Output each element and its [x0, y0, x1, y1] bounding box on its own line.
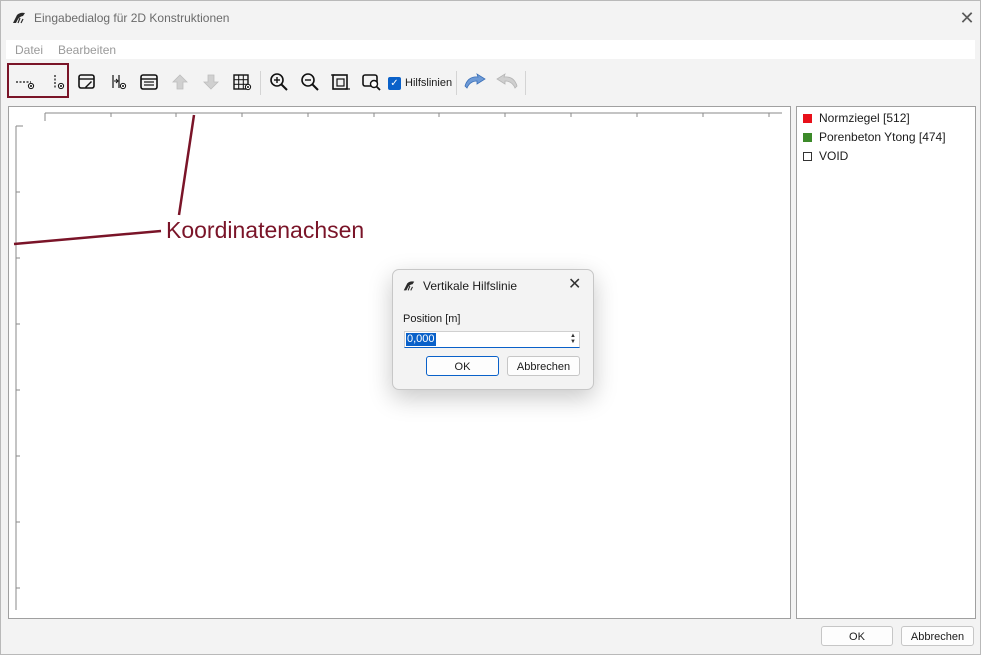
legend-label: Normziegel [512]	[819, 111, 910, 125]
grid-icon[interactable]	[229, 67, 255, 97]
legend-item[interactable]: Normziegel [512]	[803, 110, 910, 126]
spinner-icon[interactable]: ▲ ▼	[568, 333, 578, 346]
position-label: Position [m]	[403, 313, 461, 325]
hilfslinien-checkbox[interactable]: ✓	[388, 77, 401, 90]
menu-datei[interactable]: Datei	[15, 43, 43, 57]
annotation-label: Koordinatenachsen	[166, 217, 365, 243]
close-icon[interactable]: ✕	[956, 7, 978, 29]
menu-bar: Datei Bearbeiten	[6, 40, 975, 59]
toolbar-separator	[456, 71, 457, 95]
annotation-arrow-left	[13, 229, 162, 246]
menu-bearbeiten[interactable]: Bearbeiten	[58, 43, 116, 57]
dialog-ok-button[interactable]: OK	[426, 356, 499, 376]
hilfslinien-label: Hilfslinien	[405, 77, 453, 89]
window-title: Eingabedialog für 2D Konstruktionen	[34, 11, 230, 25]
close-icon[interactable]: ✕	[568, 275, 581, 295]
split-icon[interactable]	[106, 67, 132, 97]
dialog-title: Vertikale Hilfslinie	[423, 279, 518, 293]
arrow-down-icon[interactable]	[198, 67, 224, 97]
undo-icon[interactable]	[462, 67, 488, 97]
cancel-button[interactable]: Abbrechen	[901, 626, 974, 646]
legend-swatch	[803, 151, 812, 161]
legend-swatch	[803, 132, 812, 142]
zoom-window-icon[interactable]	[359, 67, 385, 97]
toolbar-separator	[260, 71, 261, 95]
legend-label: VOID	[819, 149, 849, 163]
main-window: Eingabedialog für 2D Konstruktionen ✕ Da…	[0, 0, 981, 655]
legend-item[interactable]: Porenbeton Ytong [474]	[803, 129, 946, 145]
toolbar: ✓ Hilfslinien	[1, 63, 980, 103]
layer-list-icon[interactable]	[136, 67, 162, 97]
toolbar-separator	[525, 71, 526, 95]
zoom-fit-icon[interactable]	[328, 67, 354, 97]
annotation-arrow-top	[177, 114, 196, 216]
legend-item[interactable]: VOID	[803, 148, 848, 164]
legend-label: Porenbeton Ytong [474]	[819, 130, 946, 144]
redo-icon[interactable]	[494, 67, 520, 97]
zoom-in-icon[interactable]	[266, 67, 292, 97]
material-legend: Normziegel [512] Porenbeton Ytong [474] …	[796, 106, 976, 619]
position-value: 0,000	[406, 333, 436, 346]
ok-button[interactable]: OK	[821, 626, 893, 646]
vertical-guide-icon[interactable]	[44, 67, 70, 97]
app-icon	[403, 281, 415, 291]
app-icon	[13, 12, 25, 24]
dialog-cancel-button[interactable]: Abbrechen	[507, 356, 580, 376]
table-edit-icon[interactable]	[74, 67, 100, 97]
horizontal-guide-icon[interactable]	[12, 67, 38, 97]
zoom-out-icon[interactable]	[297, 67, 323, 97]
title-bar: Eingabedialog für 2D Konstruktionen ✕	[1, 1, 980, 35]
arrow-up-icon[interactable]	[167, 67, 193, 97]
position-input[interactable]: 0,000 ▲ ▼	[404, 331, 580, 348]
vertical-guide-dialog: Vertikale Hilfslinie ✕ Position [m] 0,00…	[392, 269, 594, 390]
legend-swatch	[803, 113, 812, 123]
